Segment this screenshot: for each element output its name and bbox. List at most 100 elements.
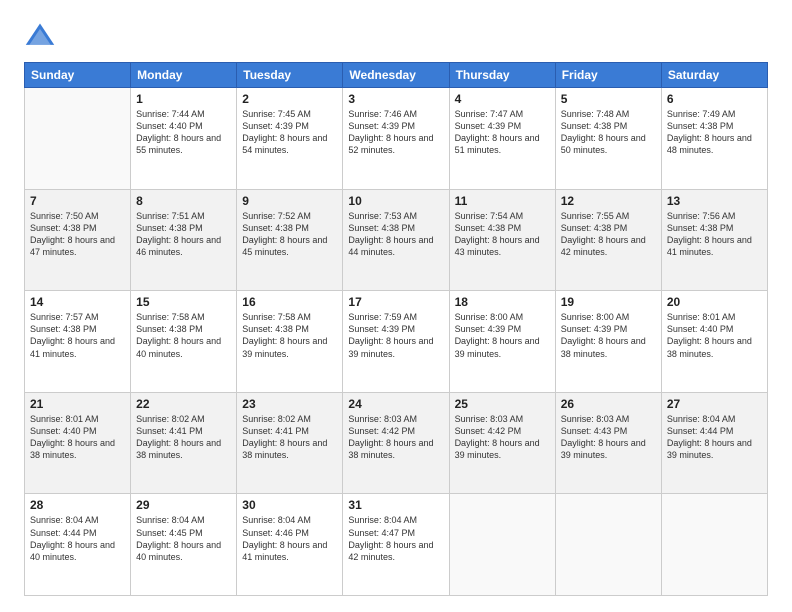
calendar-day-cell: 3Sunrise: 7:46 AMSunset: 4:39 PMDaylight…: [343, 88, 449, 190]
day-info: Sunrise: 8:01 AMSunset: 4:40 PMDaylight:…: [667, 311, 762, 360]
day-number: 24: [348, 397, 443, 411]
calendar-day-cell: 16 Sunrise: 7:58 AMSunset: 4:38 PMDayligh…: [237, 291, 343, 393]
calendar-day-cell: 5 Sunrise: 7:48 AMSunset: 4:38 PMDaylight…: [555, 88, 661, 190]
calendar-day-cell: 1 Sunrise: 7:44 AMSunset: 4:40 PMDaylight…: [131, 88, 237, 190]
day-number: 23: [242, 397, 337, 411]
calendar-day-cell: 14 Sunrise: 7:57 AMSunset: 4:38 PMDayligh…: [25, 291, 131, 393]
day-info: Sunrise: 7:49 AMSunset: 4:38 PMDaylight:…: [667, 108, 762, 157]
day-info: Sunrise: 7:58 AMSunset: 4:38 PMDaylight:…: [242, 311, 337, 360]
calendar-day-cell: 26 Sunrise: 8:03 AMSunset: 4:43 PMDayligh…: [555, 392, 661, 494]
calendar-day-cell: [449, 494, 555, 596]
calendar-week-row: 21 Sunrise: 8:01 AMSunset: 4:40 PMDayligh…: [25, 392, 768, 494]
day-info: Sunrise: 8:04 AMSunset: 4:47 PMDaylight:…: [348, 514, 443, 563]
day-info: Sunrise: 7:57 AMSunset: 4:38 PMDaylight:…: [30, 311, 125, 360]
calendar-day-cell: 9 Sunrise: 7:52 AMSunset: 4:38 PMDaylight…: [237, 189, 343, 291]
day-number: 6: [667, 92, 762, 106]
day-number: 10: [348, 194, 443, 208]
day-number: 21: [30, 397, 125, 411]
calendar-day-cell: 24 Sunrise: 8:03 AMSunset: 4:42 PMDayligh…: [343, 392, 449, 494]
calendar-day-cell: 27 Sunrise: 8:04 AMSunset: 4:44 PMDayligh…: [661, 392, 767, 494]
day-info: Sunrise: 7:53 AMSunset: 4:38 PMDaylight:…: [348, 210, 443, 259]
calendar-day-cell: 21 Sunrise: 8:01 AMSunset: 4:40 PMDayligh…: [25, 392, 131, 494]
calendar-week-row: 7Sunrise: 7:50 AMSunset: 4:38 PMDaylight…: [25, 189, 768, 291]
calendar-day-cell: 13 Sunrise: 7:56 AMSunset: 4:38 PMDayligh…: [661, 189, 767, 291]
calendar-day-cell: 20 Sunrise: 8:01 AMSunset: 4:40 PMDayligh…: [661, 291, 767, 393]
day-info: Sunrise: 8:02 AMSunset: 4:41 PMDaylight:…: [136, 413, 231, 462]
day-info: Sunrise: 7:54 AMSunset: 4:38 PMDaylight:…: [455, 210, 550, 259]
day-number: 5: [561, 92, 656, 106]
calendar-day-cell: 8Sunrise: 7:51 AMSunset: 4:38 PMDaylight…: [131, 189, 237, 291]
header: [24, 20, 768, 52]
calendar-day-cell: 11 Sunrise: 7:54 AMSunset: 4:38 PMDayligh…: [449, 189, 555, 291]
day-number: 9: [242, 194, 337, 208]
calendar-day-cell: 2 Sunrise: 7:45 AMSunset: 4:39 PMDaylight…: [237, 88, 343, 190]
day-of-week-header: Sunday: [25, 63, 131, 88]
day-number: 25: [455, 397, 550, 411]
day-number: 3: [348, 92, 443, 106]
calendar-day-cell: 23Sunrise: 8:02 AMSunset: 4:41 PMDayligh…: [237, 392, 343, 494]
day-number: 20: [667, 295, 762, 309]
day-info: Sunrise: 8:01 AMSunset: 4:40 PMDaylight:…: [30, 413, 125, 462]
day-info: Sunrise: 7:48 AMSunset: 4:38 PMDaylight:…: [561, 108, 656, 157]
day-number: 14: [30, 295, 125, 309]
day-number: 12: [561, 194, 656, 208]
day-info: Sunrise: 8:03 AMSunset: 4:43 PMDaylight:…: [561, 413, 656, 462]
calendar-week-row: 1 Sunrise: 7:44 AMSunset: 4:40 PMDaylight…: [25, 88, 768, 190]
day-number: 29: [136, 498, 231, 512]
day-info: Sunrise: 7:59 AMSunset: 4:39 PMDaylight:…: [348, 311, 443, 360]
day-info: Sunrise: 8:00 AMSunset: 4:39 PMDaylight:…: [455, 311, 550, 360]
day-of-week-header: Saturday: [661, 63, 767, 88]
calendar-header-row: SundayMondayTuesdayWednesdayThursdayFrid…: [25, 63, 768, 88]
calendar-day-cell: 25 Sunrise: 8:03 AMSunset: 4:42 PMDayligh…: [449, 392, 555, 494]
day-number: 13: [667, 194, 762, 208]
day-info: Sunrise: 8:00 AMSunset: 4:39 PMDaylight:…: [561, 311, 656, 360]
day-info: Sunrise: 8:04 AMSunset: 4:46 PMDaylight:…: [242, 514, 337, 563]
day-of-week-header: Friday: [555, 63, 661, 88]
day-number: 4: [455, 92, 550, 106]
day-info: Sunrise: 7:56 AMSunset: 4:38 PMDaylight:…: [667, 210, 762, 259]
calendar-day-cell: 30Sunrise: 8:04 AMSunset: 4:46 PMDayligh…: [237, 494, 343, 596]
day-number: 16: [242, 295, 337, 309]
day-info: Sunrise: 7:47 AMSunset: 4:39 PMDaylight:…: [455, 108, 550, 157]
day-info: Sunrise: 7:55 AMSunset: 4:38 PMDaylight:…: [561, 210, 656, 259]
day-number: 2: [242, 92, 337, 106]
calendar-week-row: 14 Sunrise: 7:57 AMSunset: 4:38 PMDayligh…: [25, 291, 768, 393]
day-number: 18: [455, 295, 550, 309]
day-number: 19: [561, 295, 656, 309]
day-number: 31: [348, 498, 443, 512]
day-number: 26: [561, 397, 656, 411]
day-number: 11: [455, 194, 550, 208]
day-info: Sunrise: 7:58 AMSunset: 4:38 PMDaylight:…: [136, 311, 231, 360]
calendar-day-cell: [25, 88, 131, 190]
calendar-day-cell: [555, 494, 661, 596]
calendar-day-cell: 29 Sunrise: 8:04 AMSunset: 4:45 PMDayligh…: [131, 494, 237, 596]
calendar-day-cell: 28Sunrise: 8:04 AMSunset: 4:44 PMDayligh…: [25, 494, 131, 596]
calendar-day-cell: 15 Sunrise: 7:58 AMSunset: 4:38 PMDayligh…: [131, 291, 237, 393]
day-info: Sunrise: 7:45 AMSunset: 4:39 PMDaylight:…: [242, 108, 337, 157]
day-info: Sunrise: 8:03 AMSunset: 4:42 PMDaylight:…: [455, 413, 550, 462]
page: SundayMondayTuesdayWednesdayThursdayFrid…: [0, 0, 792, 612]
day-number: 28: [30, 498, 125, 512]
day-number: 8: [136, 194, 231, 208]
day-info: Sunrise: 8:03 AMSunset: 4:42 PMDaylight:…: [348, 413, 443, 462]
day-info: Sunrise: 8:04 AMSunset: 4:45 PMDaylight:…: [136, 514, 231, 563]
day-number: 15: [136, 295, 231, 309]
day-of-week-header: Tuesday: [237, 63, 343, 88]
calendar-day-cell: 12 Sunrise: 7:55 AMSunset: 4:38 PMDayligh…: [555, 189, 661, 291]
calendar-week-row: 28Sunrise: 8:04 AMSunset: 4:44 PMDayligh…: [25, 494, 768, 596]
calendar-day-cell: 17 Sunrise: 7:59 AMSunset: 4:39 PMDayligh…: [343, 291, 449, 393]
logo-icon: [24, 20, 56, 52]
day-number: 1: [136, 92, 231, 106]
day-info: Sunrise: 8:04 AMSunset: 4:44 PMDaylight:…: [667, 413, 762, 462]
calendar-day-cell: 6 Sunrise: 7:49 AMSunset: 4:38 PMDaylight…: [661, 88, 767, 190]
calendar-day-cell: 31 Sunrise: 8:04 AMSunset: 4:47 PMDayligh…: [343, 494, 449, 596]
calendar-day-cell: [661, 494, 767, 596]
day-of-week-header: Monday: [131, 63, 237, 88]
calendar-day-cell: 22Sunrise: 8:02 AMSunset: 4:41 PMDayligh…: [131, 392, 237, 494]
day-info: Sunrise: 7:52 AMSunset: 4:38 PMDaylight:…: [242, 210, 337, 259]
day-number: 17: [348, 295, 443, 309]
calendar-table: SundayMondayTuesdayWednesdayThursdayFrid…: [24, 62, 768, 596]
day-of-week-header: Thursday: [449, 63, 555, 88]
day-number: 27: [667, 397, 762, 411]
day-info: Sunrise: 7:44 AMSunset: 4:40 PMDaylight:…: [136, 108, 231, 157]
